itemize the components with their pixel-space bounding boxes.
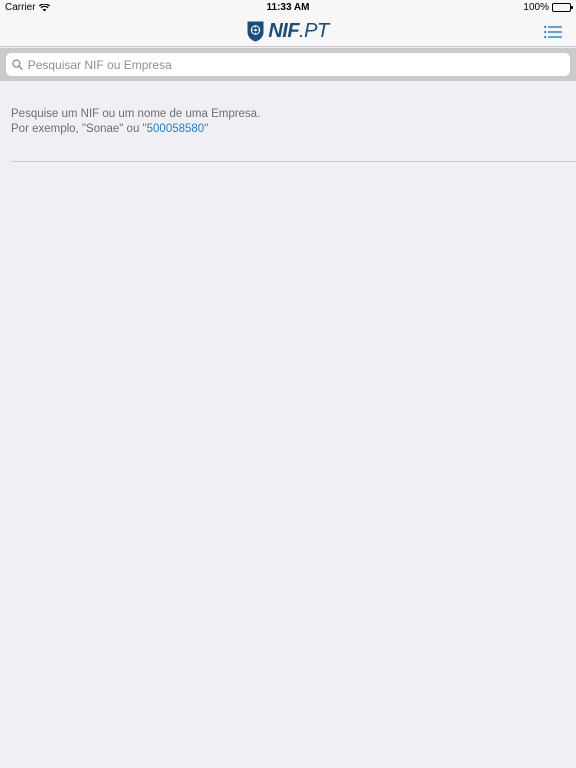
status-bar: Carrier 11:33 AM 100%: [0, 0, 576, 16]
example-nif-link[interactable]: 500058580: [147, 123, 205, 135]
navigation-bar: NIF.PT: [0, 16, 576, 47]
search-icon: [12, 59, 23, 70]
nif-pt-logo: NIF.PT: [0, 20, 576, 42]
search-bar: [0, 48, 576, 81]
list-icon[interactable]: [544, 25, 562, 39]
logo-nif: NIF: [268, 20, 300, 42]
clock: 11:33 AM: [266, 2, 310, 13]
search-hint: Pesquise um NIF ou um nome de uma Empres…: [11, 107, 571, 136]
hint-prefix: Por exemplo, "Sonae" ou ": [11, 122, 147, 135]
hint-suffix: ": [204, 122, 209, 135]
shield-icon: [247, 21, 264, 41]
logo-pt: .PT: [299, 20, 329, 42]
search-input[interactable]: [27, 57, 570, 72]
menu-button[interactable]: [544, 25, 562, 39]
hint-line-1: Pesquise um NIF ou um nome de uma Empres…: [11, 108, 261, 120]
battery-icon: [552, 3, 573, 12]
logo-text: NIF.PT: [268, 20, 329, 42]
search-field[interactable]: [6, 53, 570, 76]
hint-line-2: Por exemplo, "Sonae" ou "500058580": [11, 122, 571, 137]
divider: [11, 161, 576, 162]
battery-percent: 100%: [523, 2, 549, 13]
battery-info: 100%: [523, 2, 573, 13]
